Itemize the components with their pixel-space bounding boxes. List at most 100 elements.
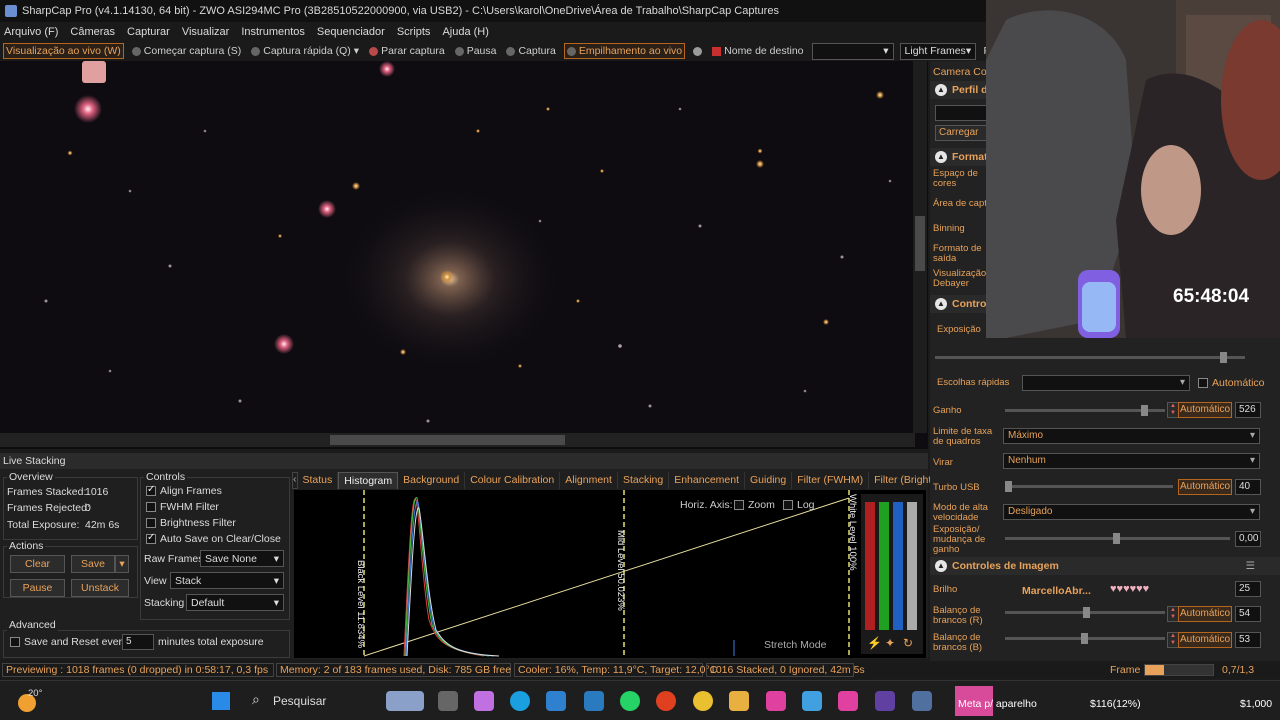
live-view-button[interactable]: Visualização ao vivo (W) [3, 43, 124, 59]
save-reset-checkbox-row[interactable]: Save and Reset every [10, 636, 127, 648]
red-level-slider[interactable] [865, 502, 875, 630]
menu-cameras[interactable]: Câmeras [70, 26, 115, 38]
menu-help[interactable]: Ajuda (H) [442, 26, 488, 38]
tab-background[interactable]: Background [398, 472, 466, 489]
slider-knob[interactable] [1081, 633, 1088, 644]
slider-knob[interactable] [1141, 405, 1148, 416]
menu-capture[interactable]: Capturar [127, 26, 170, 38]
slider-knob[interactable] [1083, 607, 1090, 618]
collapse-icon[interactable]: ▲ [935, 84, 947, 96]
pause-stacking-button[interactable]: Pause [10, 579, 65, 597]
folder-icon[interactable] [729, 691, 749, 711]
star-icon[interactable]: ✦ [885, 636, 895, 650]
stop-capture-button[interactable]: Parar captura [367, 44, 447, 58]
usb-turbo-auto-button[interactable]: Automático [1178, 479, 1232, 495]
unstack-button[interactable]: Unstack [71, 579, 129, 597]
menu-file[interactable]: Arquivo (F) [4, 26, 58, 38]
slider-knob[interactable] [1113, 533, 1120, 544]
taskbar-search-label[interactable]: Pesquisar [273, 694, 326, 708]
capture-button[interactable]: Captura [504, 44, 557, 58]
edge-icon[interactable] [510, 691, 530, 711]
wb-blue-value-field[interactable]: 53 [1235, 632, 1261, 648]
exposure-slider[interactable] [935, 352, 1245, 363]
windows-start-icon[interactable] [212, 692, 230, 710]
rgb-level-sliders[interactable]: ⚡ ✦ ↻ [861, 494, 923, 654]
scrollbar-thumb[interactable] [330, 435, 565, 445]
high-speed-combo[interactable]: Desligado [1003, 504, 1260, 520]
collapse-icon[interactable]: ▲ [935, 151, 947, 163]
search-icon[interactable]: ⌕ [252, 691, 260, 708]
quick-capture-button[interactable]: Captura rápida (Q) ▾ [249, 44, 361, 58]
wb-red-slider[interactable] [1005, 607, 1165, 618]
app-blue-icon[interactable] [802, 691, 822, 711]
slider-knob[interactable] [1220, 352, 1227, 363]
menu-icon[interactable]: ☰ [1246, 557, 1255, 575]
image-controls-section-header[interactable]: ▲ Controles de Imagem ☰ [930, 557, 1280, 575]
exposure-auto-row[interactable]: Automático [1198, 377, 1265, 389]
app-icon[interactable] [584, 691, 604, 711]
auto-save-row[interactable]: Auto Save on Clear/Close [146, 532, 281, 545]
target-name-combo[interactable]: ▾ [811, 42, 894, 60]
save-button[interactable]: Save [71, 555, 115, 573]
menu-sequencer[interactable]: Sequenciador [317, 26, 385, 38]
reset-icon[interactable]: ↻ [903, 636, 913, 650]
zoom-checkbox[interactable] [734, 500, 744, 511]
sharpcap-badge-icon[interactable] [82, 61, 106, 83]
log-checkbox[interactable] [783, 500, 793, 511]
pause-button[interactable]: Pausa [453, 44, 499, 58]
align-frames-row[interactable]: Align Frames [146, 484, 222, 497]
collapse-icon[interactable]: ▲ [935, 560, 947, 572]
menu-tools[interactable]: Instrumentos [241, 26, 305, 38]
flip-combo[interactable]: Nenhum [1003, 453, 1260, 469]
log-checkbox-row[interactable]: Log [783, 499, 815, 511]
histogram-panel[interactable]: Black Level 11.834% Mid Level 50.023% Wh… [294, 490, 926, 658]
lightning-icon[interactable]: ⚡ [867, 636, 882, 650]
tab-stacking[interactable]: Stacking [618, 472, 670, 489]
tab-histogram[interactable]: Histogram [338, 472, 399, 489]
blue-level-slider[interactable] [893, 502, 903, 630]
task-view-icon[interactable] [438, 691, 458, 711]
luminance-level-slider[interactable] [907, 502, 917, 630]
chrome-icon[interactable] [693, 691, 713, 711]
app-purple-icon[interactable] [875, 691, 895, 711]
tab-alignment[interactable]: Alignment [560, 472, 618, 489]
quick-choices-combo[interactable] [1022, 375, 1190, 391]
whatsapp-icon[interactable] [620, 691, 640, 711]
wb-blue-auto-button[interactable]: Automático [1178, 632, 1232, 648]
store-icon[interactable] [546, 691, 566, 711]
tab-enhancement[interactable]: Enhancement [669, 472, 746, 489]
stacking-combo[interactable]: Default ▾ [186, 594, 284, 611]
fwhm-filter-checkbox[interactable] [146, 502, 156, 513]
menu-scripts[interactable]: Scripts [397, 26, 431, 38]
scrollbar-thumb[interactable] [915, 216, 925, 271]
copilot-icon[interactable] [474, 691, 494, 711]
live-stack-button[interactable]: Empilhamento ao vivo [563, 43, 686, 59]
app-pink2-icon[interactable] [838, 691, 858, 711]
wb-red-value-field[interactable]: 54 [1235, 606, 1261, 622]
menu-view[interactable]: Visualizar [182, 26, 230, 38]
gain-auto-button[interactable]: Automático [1178, 402, 1232, 418]
clear-button[interactable]: Clear [10, 555, 65, 573]
view-combo[interactable]: Stack ▾ [170, 572, 284, 589]
wb-blue-slider[interactable] [1005, 633, 1165, 644]
brightness-value-field[interactable]: 25 [1235, 581, 1261, 597]
viewer-horizontal-scrollbar[interactable] [0, 433, 915, 447]
slider-knob[interactable] [1005, 481, 1012, 492]
sharpcap-taskbar-icon[interactable] [912, 691, 932, 711]
auto-save-checkbox[interactable] [146, 532, 156, 545]
save-reset-checkbox[interactable] [10, 637, 20, 648]
tab-guiding[interactable]: Guiding [745, 472, 793, 489]
usb-turbo-slider[interactable] [1005, 481, 1173, 492]
viewer-vertical-scrollbar[interactable] [913, 61, 927, 433]
search-highlight-icon[interactable] [386, 691, 424, 711]
save-options-button[interactable]: ▾ [115, 555, 129, 573]
chevron-down-icon[interactable]: ▾ [354, 45, 359, 57]
opera-icon[interactable] [656, 691, 676, 711]
tab-status[interactable]: Status [298, 472, 339, 489]
frame-rate-limit-combo[interactable]: Máximo [1003, 428, 1260, 444]
raw-frames-combo[interactable]: Save None ▾ [200, 550, 284, 567]
wb-red-auto-button[interactable]: Automático [1178, 606, 1232, 622]
fwhm-filter-row[interactable]: FWHM Filter [146, 501, 219, 513]
gain-slider[interactable] [1005, 405, 1165, 416]
tab-colour-calibration[interactable]: Colour Calibration [465, 472, 561, 489]
